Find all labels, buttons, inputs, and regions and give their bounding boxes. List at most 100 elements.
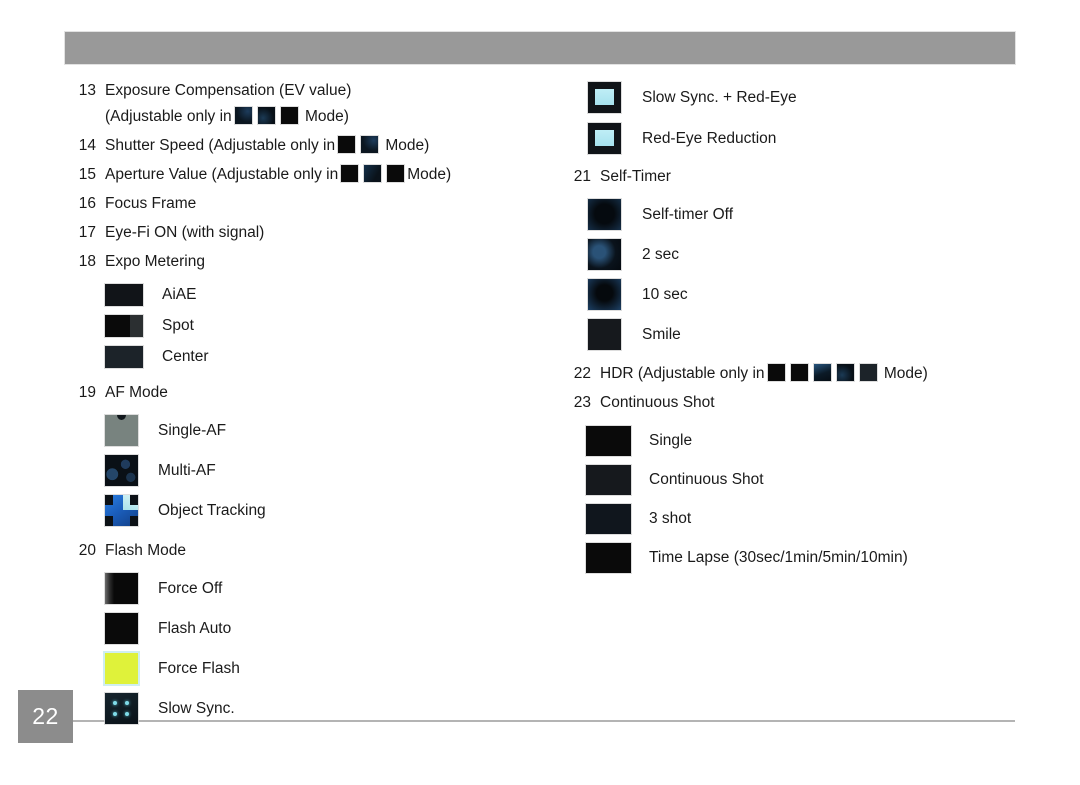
list-item: 2 sec	[588, 239, 1031, 270]
item-number: 15	[78, 166, 96, 184]
mode-icon-navy2	[257, 107, 275, 125]
list-item: Continuous Shot	[586, 465, 1031, 496]
adjustable-suffix: Mode)	[883, 365, 928, 382]
tracking-bracket-icon	[130, 516, 138, 527]
item-number: 20	[78, 542, 96, 560]
item-label: Focus Frame	[105, 195, 197, 213]
flash-mode-icon-list-continued: Slow Sync. + Red-Eye Red-Eye Reduction	[588, 82, 1031, 154]
tracking-bracket-icon	[105, 516, 113, 527]
item-text: Aperture Value (Adjustable only in Mode)	[105, 162, 451, 188]
list-item-label: Slow Sync.	[158, 699, 235, 717]
list-item-flash-mode: 20 Flash Mode	[66, 538, 536, 564]
list-item: Spot	[105, 315, 536, 338]
item-number: 23	[573, 394, 591, 412]
adjustable-prefix: (Adjustable only in	[105, 108, 232, 125]
item-label: Exposure Compensation (EV value)	[105, 82, 352, 99]
burst-single-icon	[586, 426, 631, 457]
item-label: HDR (Adjustable only in	[600, 365, 765, 382]
flash-force-off-icon	[105, 573, 138, 605]
slow-sync-dot-icon	[125, 701, 130, 706]
list-item-label: Force Flash	[158, 659, 240, 677]
page-number: 22	[18, 690, 73, 743]
flash-force-flash-icon	[105, 653, 138, 685]
self-timer-10sec-icon	[588, 279, 621, 310]
list-item: Time Lapse (30sec/1min/5min/10min)	[586, 543, 1031, 574]
item-number: 21	[573, 168, 591, 185]
item-label: Continuous Shot	[600, 394, 715, 412]
list-item-eye-fi: 17 Eye-Fi ON (with signal)	[66, 220, 536, 246]
flash-slow-sync-red-eye-icon	[588, 82, 621, 113]
mode-icon-black	[767, 364, 785, 382]
list-item: 10 sec	[588, 279, 1031, 310]
item-text: HDR (Adjustable only in Mode)	[600, 361, 928, 387]
item-label: Eye-Fi ON (with signal)	[105, 224, 265, 242]
list-item: Single	[586, 426, 1031, 457]
mode-icon-black	[341, 165, 359, 183]
continuous-shot-icon-list: Single Continuous Shot 3 shot Time Lapse…	[586, 426, 1031, 574]
item-label: Aperture Value (Adjustable only in	[105, 166, 339, 184]
flash-slow-sync-icon	[105, 693, 138, 725]
mode-icon-navy2	[836, 364, 854, 382]
mode-icon-dark	[859, 364, 877, 382]
list-item: 3 shot	[586, 504, 1031, 535]
list-item-label: 2 sec	[642, 245, 680, 263]
af-mode-icon-list: Single-AF Multi-AF Object Tracking	[105, 415, 536, 527]
self-timer-off-icon	[588, 199, 621, 230]
list-item-label: Red-Eye Reduction	[642, 129, 777, 147]
list-item-label: 3 shot	[649, 510, 692, 528]
item-sub-line: (Adjustable only in Mode)	[105, 104, 351, 130]
page-header-bar	[65, 32, 1015, 64]
list-item: Force Off	[105, 573, 536, 605]
list-item-label: Center	[162, 348, 209, 366]
list-item: Multi-AF	[105, 455, 536, 487]
af-object-tracking-icon	[105, 495, 138, 527]
list-item: Slow Sync.	[105, 693, 536, 725]
list-item: Object Tracking	[105, 495, 536, 527]
burst-3shot-icon	[586, 504, 631, 535]
af-multi-icon	[105, 455, 138, 487]
list-item-label: Smile	[642, 325, 681, 343]
list-item-self-timer: 21 Self-Timer	[561, 164, 1031, 190]
self-timer-2sec-icon	[588, 239, 621, 270]
flash-auto-icon	[105, 613, 138, 645]
item-text: Shutter Speed (Adjustable only in Mode)	[105, 133, 429, 159]
mode-icon-black	[387, 165, 405, 183]
af-single-icon	[105, 415, 138, 447]
burst-time-lapse-icon	[586, 543, 631, 574]
item-number: 18	[78, 253, 96, 271]
self-timer-smile-icon	[588, 319, 621, 350]
slow-sync-dot-icon	[113, 711, 118, 716]
item-number: 19	[78, 384, 96, 402]
list-item-label: Object Tracking	[158, 501, 266, 519]
right-column: Slow Sync. + Red-Eye Red-Eye Reduction 2…	[561, 78, 1031, 574]
metering-aiae-icon	[105, 284, 143, 307]
flash-red-eye-reduction-icon	[588, 123, 621, 154]
slow-sync-dot-icon	[125, 711, 130, 716]
list-item-expo-metering: 18 Expo Metering	[66, 249, 536, 275]
item-number: 13	[78, 82, 96, 99]
list-item: Center	[105, 346, 536, 369]
mode-icon-navy	[234, 107, 252, 125]
flash-mode-icon-list: Force Off Flash Auto Force Flash Slow Sy…	[105, 573, 536, 725]
mode-icon-black	[280, 107, 298, 125]
list-item: Flash Auto	[105, 613, 536, 645]
list-item: Slow Sync. + Red-Eye	[588, 82, 1031, 113]
mode-icon-black	[790, 364, 808, 382]
list-item: Single-AF	[105, 415, 536, 447]
metering-center-icon	[105, 346, 143, 369]
mode-icon-steel	[364, 165, 382, 183]
list-item-label: AiAE	[162, 286, 197, 304]
left-column: 13 Exposure Compensation (EV value) (Adj…	[66, 78, 536, 725]
burst-continuous-icon	[586, 465, 631, 496]
list-item-label: Flash Auto	[158, 619, 232, 637]
item-label: Expo Metering	[105, 253, 205, 271]
list-item-focus-frame: 16 Focus Frame	[66, 191, 536, 217]
list-item: Red-Eye Reduction	[588, 123, 1031, 154]
list-item-label: Single-AF	[158, 421, 227, 439]
item-label: Flash Mode	[105, 542, 186, 560]
list-item-label: 10 sec	[642, 285, 688, 303]
list-item-continuous-shot: 23 Continuous Shot	[561, 390, 1031, 416]
list-item-label: Continuous Shot	[649, 471, 764, 489]
list-item-label: Spot	[162, 317, 194, 335]
list-item-label: Multi-AF	[158, 461, 216, 479]
